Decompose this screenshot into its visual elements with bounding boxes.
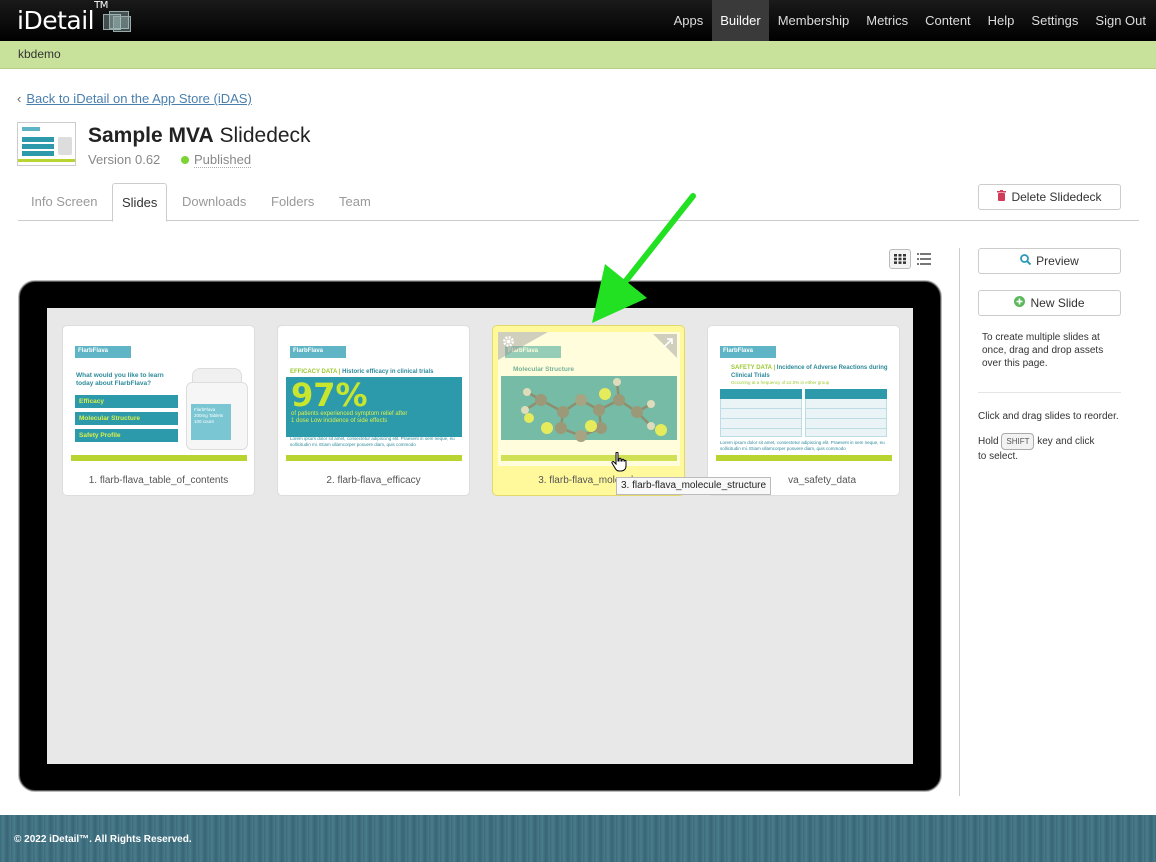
slide-thumbnail: FlarbFlava Molecular Structure — [498, 332, 680, 466]
sidebar-separator — [978, 392, 1121, 393]
trash-icon — [997, 185, 1007, 209]
drop-assets-note: To create multiple slides at once, drag … — [982, 332, 1104, 369]
nav-membership[interactable]: Membership — [769, 0, 858, 41]
nav-content[interactable]: Content — [917, 0, 980, 41]
app-logo[interactable]: iDetailTM — [17, 0, 108, 35]
deck-version: Version 0.62 — [88, 152, 161, 167]
page-title: Sample MVA Slidedeck — [88, 124, 311, 147]
back-link-row: ‹ Back to iDetail on the App Store (iDAS) — [17, 91, 252, 106]
footer: © 2022 iDetail™. All Rights Reserved. — [0, 815, 1156, 862]
nav-help[interactable]: Help — [979, 0, 1023, 41]
nav-metrics[interactable]: Metrics — [858, 0, 917, 41]
magnifier-icon — [1020, 249, 1032, 273]
slide-card-3[interactable]: FlarbFlava Molecular Structure 3. flarb-… — [492, 325, 685, 496]
logo-cube-icon — [103, 11, 133, 33]
tab-bar: Info Screen Slides Downloads Folders Tea… — [18, 183, 1139, 222]
expand-icon[interactable] — [653, 334, 677, 358]
green-arrow-annotation — [592, 193, 696, 323]
select-note: Hold SHIFT key and click to select. — [978, 433, 1123, 463]
account-bar: kbdemo — [0, 41, 1156, 69]
sidebar-divider — [959, 248, 960, 796]
hand-cursor-icon — [611, 452, 627, 472]
grid-icon — [894, 254, 906, 264]
back-link[interactable]: Back to iDetail on the App Store (iDAS) — [26, 91, 251, 106]
new-slide-button[interactable]: New Slide — [978, 290, 1121, 316]
slidedeck-thumbnail — [17, 122, 76, 166]
slide-name-tooltip: 3. flarb-flava_molecule_structure — [616, 477, 772, 495]
account-name[interactable]: kbdemo — [18, 47, 61, 61]
slide-thumbnail: FlarbFlava What would you like to learn … — [68, 332, 250, 466]
gear-icon[interactable] — [502, 335, 515, 348]
status-badge[interactable]: Published — [181, 152, 252, 168]
main-nav: Apps Builder Membership Metrics Content … — [665, 0, 1156, 41]
delete-slidedeck-button[interactable]: Delete Slidedeck — [978, 184, 1121, 210]
nav-apps[interactable]: Apps — [665, 0, 712, 41]
slide-thumbnail: FlarbFlava SAFETY DATA | Incidence of Ad… — [713, 332, 895, 466]
tab-team[interactable]: Team — [330, 183, 380, 221]
preview-button[interactable]: Preview — [978, 248, 1121, 274]
slide-thumbnail: FlarbFlava EFFICACY DATA | Historic effi… — [283, 332, 465, 466]
tab-slides[interactable]: Slides — [112, 183, 168, 222]
shift-key: SHIFT — [1001, 433, 1035, 450]
tab-info-screen[interactable]: Info Screen — [22, 183, 107, 221]
tab-downloads[interactable]: Downloads — [173, 183, 255, 221]
plus-circle-icon — [1014, 291, 1026, 315]
chevron-left-icon: ‹ — [17, 91, 22, 106]
nav-settings[interactable]: Settings — [1023, 0, 1087, 41]
slide-card-1[interactable]: FlarbFlava What would you like to learn … — [62, 325, 255, 496]
published-dot-icon — [181, 156, 189, 164]
reorder-note: Click and drag slides to reorder. — [978, 411, 1119, 422]
copyright: © 2022 iDetail™. All Rights Reserved. — [14, 834, 192, 845]
nav-builder[interactable]: Builder — [711, 0, 770, 41]
list-view-icon[interactable] — [917, 253, 931, 265]
tab-folders[interactable]: Folders — [262, 183, 323, 221]
slide-caption: va_safety_data — [788, 475, 856, 486]
grid-view-toggle[interactable] — [889, 249, 911, 269]
top-bar: iDetailTM Apps Builder Membership Metric… — [0, 0, 1156, 41]
slide-caption: 1. flarb-flava_table_of_contents — [88, 475, 229, 486]
slide-card-2[interactable]: FlarbFlava EFFICACY DATA | Historic effi… — [277, 325, 470, 496]
nav-sign-out[interactable]: Sign Out — [1087, 0, 1156, 41]
slide-caption: 2. flarb-flava_efficacy — [326, 475, 421, 486]
slide-card-4[interactable]: FlarbFlava SAFETY DATA | Incidence of Ad… — [707, 325, 900, 496]
